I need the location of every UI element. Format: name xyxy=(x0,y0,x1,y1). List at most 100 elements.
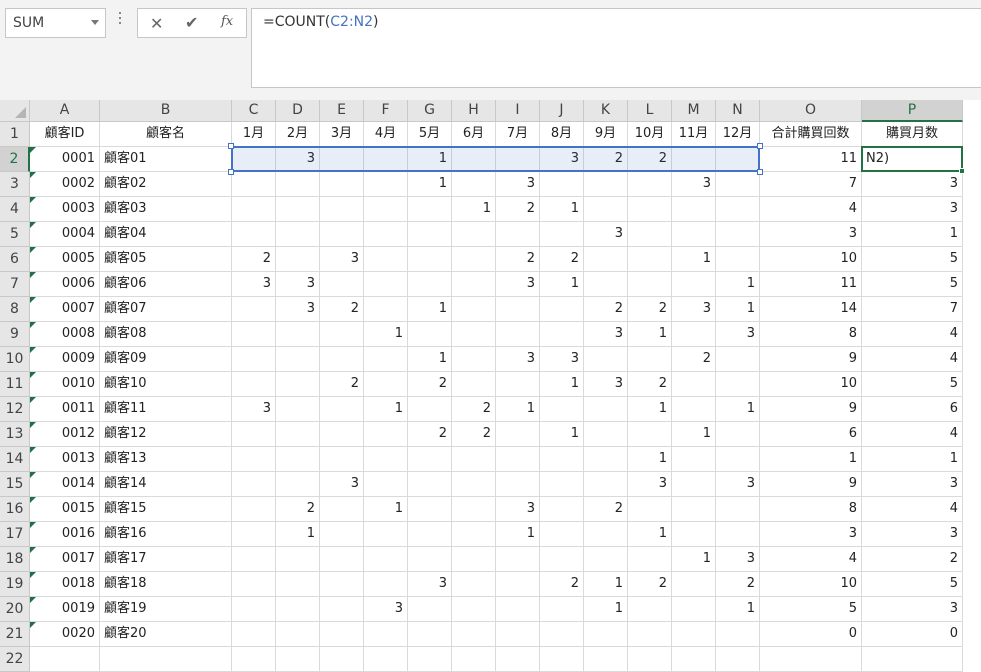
table-cell[interactable] xyxy=(276,222,320,247)
table-cell[interactable] xyxy=(672,597,716,622)
table-cell[interactable]: 2 xyxy=(320,372,364,397)
table-cell[interactable] xyxy=(716,197,760,222)
table-cell[interactable] xyxy=(628,272,672,297)
table-cell[interactable]: 1 xyxy=(408,172,452,197)
table-cell[interactable]: 顧客20 xyxy=(100,622,232,647)
table-cell[interactable] xyxy=(320,347,364,372)
table-cell[interactable] xyxy=(540,497,584,522)
table-cell[interactable] xyxy=(452,272,496,297)
table-cell[interactable] xyxy=(672,622,716,647)
header-cell[interactable]: 1月 xyxy=(232,122,276,147)
table-cell[interactable]: 1 xyxy=(628,322,672,347)
table-cell[interactable] xyxy=(232,322,276,347)
table-cell[interactable]: 0020 xyxy=(30,622,100,647)
table-cell[interactable]: 3 xyxy=(628,472,672,497)
table-cell[interactable] xyxy=(716,247,760,272)
table-cell[interactable]: 0 xyxy=(760,622,862,647)
header-cell[interactable]: 合計購買回数 xyxy=(760,122,862,147)
table-cell[interactable]: 1 xyxy=(496,522,540,547)
table-cell[interactable] xyxy=(628,497,672,522)
table-cell[interactable]: 1 xyxy=(716,297,760,322)
table-cell[interactable] xyxy=(232,522,276,547)
table-cell[interactable]: 顧客10 xyxy=(100,372,232,397)
table-cell[interactable]: 3 xyxy=(320,472,364,497)
column-header-j[interactable]: J xyxy=(540,100,584,122)
table-cell[interactable] xyxy=(496,147,540,172)
table-cell[interactable]: 0002 xyxy=(30,172,100,197)
table-cell[interactable]: 1 xyxy=(496,397,540,422)
table-cell[interactable]: 1 xyxy=(540,422,584,447)
table-cell[interactable] xyxy=(320,522,364,547)
table-cell[interactable] xyxy=(628,247,672,272)
row-header-9[interactable]: 9 xyxy=(0,322,30,347)
table-cell[interactable] xyxy=(320,547,364,572)
spreadsheet-grid[interactable]: A B C D E F G H I J K L M N O P 1 顧客ID 顧客名 1月 2月 3月 4月 5月 6月 7月 8月… xyxy=(0,100,981,672)
table-cell[interactable] xyxy=(584,197,628,222)
table-cell[interactable] xyxy=(452,572,496,597)
table-cell[interactable]: 1 xyxy=(540,372,584,397)
table-cell[interactable] xyxy=(276,172,320,197)
table-cell[interactable] xyxy=(672,497,716,522)
table-cell[interactable]: 3 xyxy=(862,197,963,222)
range-resize-handle[interactable] xyxy=(228,143,234,149)
formula-input[interactable]: =COUNT(C2:N2) xyxy=(251,8,981,88)
table-cell[interactable]: N2) xyxy=(862,147,963,172)
table-cell[interactable]: 1 xyxy=(862,447,963,472)
table-cell[interactable]: 2 xyxy=(408,372,452,397)
row-header-7[interactable]: 7 xyxy=(0,272,30,297)
table-cell[interactable] xyxy=(672,522,716,547)
table-cell[interactable] xyxy=(408,197,452,222)
table-cell[interactable]: 1 xyxy=(452,197,496,222)
row-header-8[interactable]: 8 xyxy=(0,297,30,322)
table-cell[interactable] xyxy=(364,472,408,497)
table-cell[interactable] xyxy=(408,622,452,647)
table-cell[interactable] xyxy=(540,297,584,322)
table-cell[interactable]: 0013 xyxy=(30,447,100,472)
table-cell[interactable]: 1 xyxy=(540,197,584,222)
table-cell[interactable]: 0005 xyxy=(30,247,100,272)
table-cell[interactable]: 3 xyxy=(672,297,716,322)
table-cell[interactable]: 1 xyxy=(364,322,408,347)
header-cell[interactable]: 顧客ID xyxy=(30,122,100,147)
table-cell[interactable]: 0012 xyxy=(30,422,100,447)
table-cell[interactable]: 8 xyxy=(760,497,862,522)
table-cell[interactable] xyxy=(540,222,584,247)
table-cell[interactable]: 顧客06 xyxy=(100,272,232,297)
table-cell[interactable]: 7 xyxy=(862,297,963,322)
table-cell[interactable]: 顧客18 xyxy=(100,572,232,597)
table-cell[interactable] xyxy=(452,147,496,172)
header-cell[interactable]: 購買月数 xyxy=(862,122,963,147)
table-cell[interactable] xyxy=(716,622,760,647)
table-cell[interactable]: 1 xyxy=(760,447,862,472)
table-cell[interactable]: 3 xyxy=(320,247,364,272)
row-header-4[interactable]: 4 xyxy=(0,197,30,222)
table-cell[interactable]: 5 xyxy=(760,597,862,622)
table-cell[interactable]: 1 xyxy=(408,147,452,172)
column-header-g[interactable]: G xyxy=(408,100,452,122)
table-cell[interactable] xyxy=(408,397,452,422)
header-cell[interactable]: 9月 xyxy=(584,122,628,147)
table-cell[interactable]: 1 xyxy=(716,272,760,297)
table-cell[interactable]: 2 xyxy=(584,497,628,522)
table-cell[interactable] xyxy=(452,472,496,497)
column-header-i[interactable]: I xyxy=(496,100,540,122)
table-cell[interactable] xyxy=(364,297,408,322)
table-cell[interactable]: 0019 xyxy=(30,597,100,622)
table-cell[interactable] xyxy=(496,547,540,572)
table-cell[interactable] xyxy=(452,547,496,572)
table-cell[interactable] xyxy=(364,547,408,572)
table-cell[interactable] xyxy=(364,147,408,172)
table-cell[interactable] xyxy=(364,347,408,372)
table-cell[interactable]: 3 xyxy=(760,522,862,547)
header-cell[interactable]: 2月 xyxy=(276,122,320,147)
table-cell[interactable]: 2 xyxy=(862,547,963,572)
table-cell[interactable] xyxy=(716,422,760,447)
table-cell[interactable] xyxy=(584,422,628,447)
table-cell[interactable]: 1 xyxy=(628,447,672,472)
table-cell[interactable]: 3 xyxy=(716,547,760,572)
table-cell[interactable]: 顧客04 xyxy=(100,222,232,247)
header-cell[interactable]: 4月 xyxy=(364,122,408,147)
table-cell[interactable] xyxy=(232,472,276,497)
table-cell[interactable] xyxy=(672,197,716,222)
table-cell[interactable] xyxy=(628,422,672,447)
